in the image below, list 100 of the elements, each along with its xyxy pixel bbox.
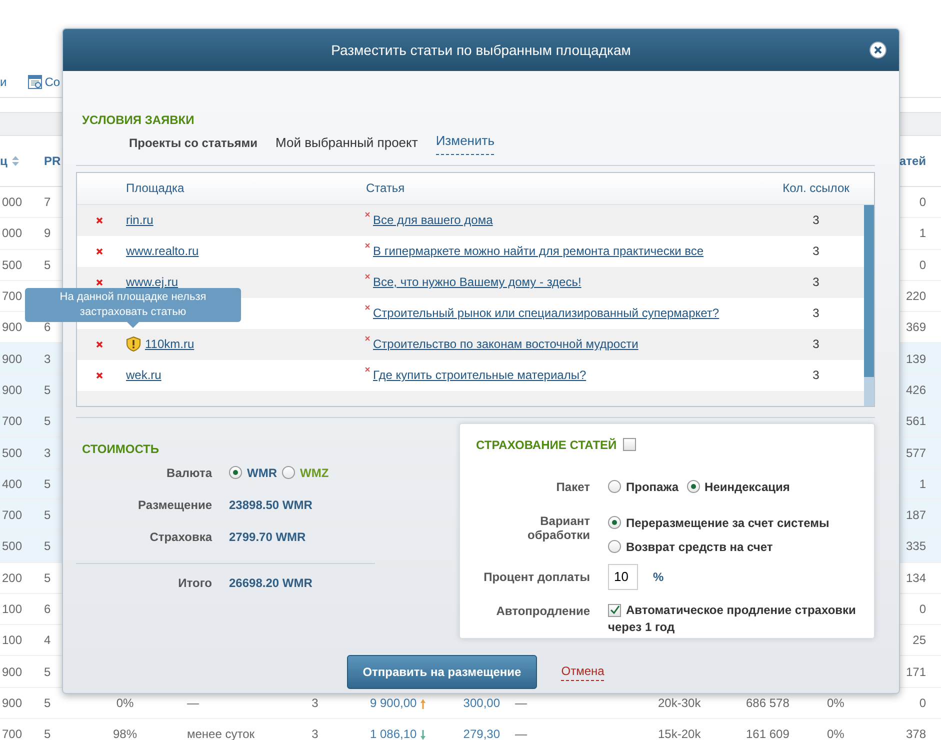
remove-icon[interactable] xyxy=(96,217,102,224)
radio-button[interactable] xyxy=(229,466,242,479)
option-label[interactable]: Неиндексация xyxy=(704,478,790,496)
remove-icon[interactable] xyxy=(96,372,102,380)
change-link[interactable]: Изменить xyxy=(436,131,494,154)
table-cell: 561 xyxy=(906,414,926,428)
dialog-title: Разместить статьи по выбранным площадкам xyxy=(331,40,631,60)
field-label: Процент доплаты xyxy=(482,568,590,586)
table-cell: 15k-20k xyxy=(658,727,701,740)
table-cell: 187 xyxy=(906,508,926,522)
cross-icon xyxy=(365,367,370,372)
table-cell: 4 xyxy=(44,633,51,648)
site-link[interactable]: 110km.ru xyxy=(145,335,194,353)
section-heading: УСЛОВИЯ ЗАЯВКИ xyxy=(82,112,196,129)
option-label[interactable]: Пропажа xyxy=(626,478,679,496)
close-icon[interactable] xyxy=(869,41,887,59)
column-header[interactable]: Кол. ссылок xyxy=(782,181,850,195)
article-link[interactable]: Строительство по законам восточной мудрости xyxy=(373,335,638,353)
radio-button[interactable] xyxy=(282,466,295,479)
table-cell: 3 xyxy=(812,275,820,289)
table-cell: 25 xyxy=(912,633,926,648)
option-label[interactable]: Возврат средств на счет xyxy=(626,538,773,556)
table-cell: 134 xyxy=(906,570,926,585)
checkbox[interactable] xyxy=(622,438,636,451)
cross-icon xyxy=(365,336,370,341)
cross-icon xyxy=(365,305,370,310)
radio-button[interactable] xyxy=(608,540,621,553)
remove-icon[interactable] xyxy=(96,279,102,286)
table-cell: 3 xyxy=(44,352,51,366)
remove-icon[interactable] xyxy=(96,248,102,256)
table-cell: 3 xyxy=(812,244,820,258)
table-cell: 9 xyxy=(44,226,51,240)
column-header[interactable]: ц xyxy=(0,152,8,170)
radio-button[interactable] xyxy=(608,480,621,493)
table-cell: 335 xyxy=(906,539,926,554)
article-link[interactable]: Все для вашего дома xyxy=(373,211,493,229)
table-cell: 220 xyxy=(906,289,926,304)
table-cell: 686 578 xyxy=(746,696,790,710)
table-cell: 5 xyxy=(44,696,51,710)
table-cell: 300,00 xyxy=(463,696,500,710)
site-link[interactable]: rin.ru xyxy=(126,211,154,229)
field-value: 2799.70 WMR xyxy=(229,528,306,546)
table-cell: 5 xyxy=(44,476,51,491)
field-label: Итого xyxy=(177,574,212,592)
radio-button[interactable] xyxy=(608,516,621,529)
toolbar-link[interactable]: Со xyxy=(44,72,60,90)
field-label: Размещение xyxy=(137,496,212,514)
site-link[interactable]: wek.ru xyxy=(126,366,162,384)
toolbar-link[interactable]: и xyxy=(0,72,7,90)
table-cell: — xyxy=(515,696,527,710)
table-cell: 98% xyxy=(112,727,138,740)
field-label: Проекты со статьями xyxy=(129,134,258,152)
table-cell: 3 xyxy=(312,696,318,710)
table-cell: 500 xyxy=(2,539,22,554)
table-cell: 0% xyxy=(827,696,844,710)
cancel-link[interactable]: Отмена xyxy=(561,662,604,681)
table-cell: 9 900,00 xyxy=(370,696,417,710)
field-value: Мой выбранный проект xyxy=(276,134,418,152)
table-cell: 0 xyxy=(919,258,926,272)
checkbox-label[interactable]: Автоматическое продление страховки через 1 год xyxy=(608,602,858,636)
table-cell: 900 xyxy=(2,352,22,366)
option-label[interactable]: WMR xyxy=(247,464,277,482)
table-cell: 200 xyxy=(2,570,22,585)
table-cell: 0% xyxy=(116,696,134,710)
article-link[interactable]: Строительный рынок или специализированный супермаркет? xyxy=(373,304,720,322)
column-header[interactable]: атей xyxy=(899,154,926,168)
section-heading: СТОИМОСТЬ xyxy=(82,440,160,458)
table-cell: 1 xyxy=(919,476,926,491)
table-cell: 6 xyxy=(44,602,51,616)
field-label: Вариант обработки xyxy=(526,514,590,544)
table-cell: 1 086,10 xyxy=(370,727,417,740)
table-cell: 3 xyxy=(44,446,51,460)
field-label: Пакет xyxy=(555,478,590,496)
field-value: 26698.20 WMR xyxy=(229,574,312,592)
table-cell: 000 xyxy=(2,195,22,210)
table-cell: 100 xyxy=(2,602,22,616)
site-link[interactable]: www.realto.ru xyxy=(126,242,199,260)
table-cell: 5 xyxy=(44,258,51,272)
column-header[interactable]: Статья xyxy=(366,181,405,195)
option-label[interactable]: Переразмещение за счет системы xyxy=(626,514,830,532)
radio-button[interactable] xyxy=(686,480,700,493)
article-link[interactable]: Где купить строительные материалы? xyxy=(373,366,586,384)
remove-icon[interactable] xyxy=(96,341,102,348)
table-cell: 577 xyxy=(906,446,926,460)
warning-icon xyxy=(126,336,141,352)
article-link[interactable]: Все, что нужно Вашему дому - здесь! xyxy=(373,273,582,291)
column-header[interactable]: Площадка xyxy=(126,181,184,195)
percent-input[interactable]: 10 xyxy=(608,564,638,590)
tooltip: На данной площадке нельзя застраховать статью xyxy=(25,288,241,322)
submit-button[interactable]: Отправить на размещение xyxy=(346,654,538,688)
table-cell: 3 xyxy=(812,213,820,227)
checkbox[interactable] xyxy=(608,604,621,616)
article-link[interactable]: В гипермаркете можно найти для ремонта практически все xyxy=(373,242,704,260)
table-cell: 5 xyxy=(44,539,51,554)
table-cell: 500 xyxy=(2,258,22,272)
table-cell: 700 xyxy=(2,508,22,522)
report-icon[interactable] xyxy=(28,74,42,88)
table-cell: 3 xyxy=(812,306,820,320)
column-header[interactable]: PR xyxy=(44,154,61,168)
site-link[interactable]: www.ej.ru xyxy=(126,273,178,291)
